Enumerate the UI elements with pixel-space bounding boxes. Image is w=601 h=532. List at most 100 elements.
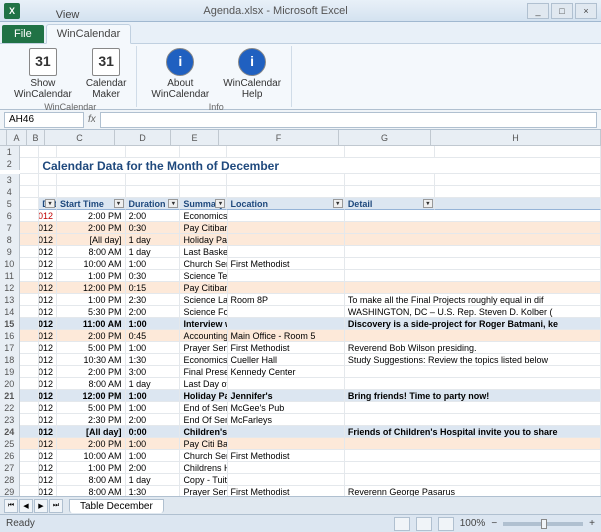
detail-cell[interactable]: WASHINGTON, DC – U.S. Rep. Steven D. Kol… bbox=[345, 306, 601, 318]
row-header[interactable]: 5 bbox=[0, 198, 20, 210]
page-layout-view-button[interactable] bbox=[416, 517, 432, 531]
location-cell[interactable]: First Methodist bbox=[228, 258, 345, 270]
cell[interactable] bbox=[20, 186, 40, 198]
location-cell[interactable]: Jennifer's bbox=[228, 390, 345, 402]
cell[interactable] bbox=[20, 146, 40, 158]
detail-cell[interactable] bbox=[345, 234, 601, 246]
show-wincalendar-button[interactable]: 31 Show WinCalendar bbox=[10, 46, 76, 102]
ribbon-tab-wincalendar[interactable]: WinCalendar bbox=[46, 24, 132, 44]
time-cell[interactable]: 8:00 AM bbox=[57, 246, 126, 258]
location-cell[interactable]: First Methodist bbox=[228, 486, 345, 496]
detail-cell[interactable] bbox=[345, 210, 601, 222]
cell[interactable] bbox=[227, 146, 344, 158]
row-header[interactable]: 20 bbox=[0, 378, 20, 390]
calendar-maker-button[interactable]: 31 Calendar Maker bbox=[82, 46, 131, 102]
summary-cell[interactable]: Children's Hospital Holiday Dinner bbox=[180, 426, 227, 438]
date-cell[interactable]: Dec 13, 2012 bbox=[39, 318, 57, 330]
summary-cell[interactable]: Copy - Tuition Due for Next Semeste bbox=[180, 474, 227, 486]
time-cell[interactable]: 1:00 PM bbox=[57, 270, 126, 282]
summary-cell[interactable]: Final Presentation bbox=[180, 366, 227, 378]
cell[interactable] bbox=[20, 210, 40, 222]
time-cell[interactable]: 11:00 AM bbox=[57, 318, 126, 330]
cell[interactable] bbox=[126, 146, 181, 158]
location-cell[interactable]: First Methodist bbox=[228, 450, 345, 462]
minimize-button[interactable]: _ bbox=[527, 3, 549, 19]
cell[interactable] bbox=[345, 146, 435, 158]
duration-cell[interactable]: 1:00 bbox=[126, 438, 181, 450]
location-cell[interactable]: Kennedy Center bbox=[228, 366, 345, 378]
detail-cell[interactable] bbox=[345, 366, 601, 378]
col-header-A[interactable]: A bbox=[7, 130, 27, 145]
detail-cell[interactable] bbox=[345, 450, 601, 462]
filter-button[interactable]: ▾ bbox=[168, 199, 178, 208]
duration-cell[interactable]: 3:00 bbox=[126, 366, 181, 378]
time-cell[interactable]: 1:00 PM bbox=[57, 294, 126, 306]
row-header[interactable]: 22 bbox=[0, 402, 20, 414]
filter-button[interactable]: ▾ bbox=[215, 199, 225, 208]
summary-cell[interactable]: Science Lab 205 bbox=[180, 294, 227, 306]
date-cell[interactable]: Dec 15, 2012 bbox=[39, 426, 57, 438]
cell[interactable] bbox=[20, 318, 40, 330]
sheet-tab-table-december[interactable]: Table December bbox=[69, 499, 164, 513]
ribbon-tab-view[interactable]: View bbox=[46, 6, 132, 24]
summary-cell[interactable]: Childrens Holiday Party bbox=[180, 462, 227, 474]
date-cell[interactable]: Dec 15, 2012 bbox=[39, 402, 57, 414]
cell[interactable] bbox=[20, 282, 40, 294]
row-header[interactable]: 18 bbox=[0, 354, 20, 366]
duration-cell[interactable]: 2:00 bbox=[126, 462, 181, 474]
date-cell[interactable]: Dec 12, 2012 bbox=[39, 282, 57, 294]
sheet-first-button[interactable]: ⏮ bbox=[4, 499, 18, 513]
date-cell[interactable]: Dec 7, 2012 bbox=[39, 222, 57, 234]
row-header[interactable]: 1 bbox=[0, 146, 20, 158]
duration-cell[interactable]: 1 day bbox=[126, 378, 181, 390]
cell[interactable] bbox=[20, 354, 40, 366]
location-cell[interactable] bbox=[228, 246, 345, 258]
date-cell[interactable]: Dec 19, 2012 bbox=[39, 474, 57, 486]
time-cell[interactable]: 2:00 PM bbox=[57, 438, 126, 450]
duration-cell[interactable]: 1:00 bbox=[126, 342, 181, 354]
location-cell[interactable] bbox=[228, 462, 345, 474]
summary-cell[interactable]: End of Semester Celebration bbox=[180, 402, 227, 414]
cell[interactable] bbox=[126, 186, 181, 198]
time-cell[interactable]: 2:00 PM bbox=[57, 330, 126, 342]
cell[interactable] bbox=[20, 342, 40, 354]
duration-cell[interactable]: 2:30 bbox=[126, 294, 181, 306]
duration-cell[interactable]: 0:30 bbox=[126, 222, 181, 234]
cell[interactable] bbox=[39, 174, 57, 186]
time-cell[interactable]: 5:00 PM bbox=[57, 342, 126, 354]
page-break-view-button[interactable] bbox=[438, 517, 454, 531]
duration-cell[interactable]: 0:00 bbox=[126, 426, 181, 438]
detail-cell[interactable]: Study Suggestions: Review the topics lis… bbox=[345, 354, 601, 366]
time-cell[interactable]: 12:00 PM bbox=[57, 390, 126, 402]
col-header-C[interactable]: C bbox=[45, 130, 115, 145]
duration-cell[interactable]: 2:00 bbox=[126, 306, 181, 318]
cell[interactable] bbox=[20, 270, 40, 282]
location-cell[interactable]: Cueller Hall bbox=[228, 354, 345, 366]
location-cell[interactable]: McFarleys bbox=[228, 414, 345, 426]
row-header[interactable]: 8 bbox=[0, 234, 20, 246]
duration-cell[interactable]: 2:00 bbox=[126, 414, 181, 426]
detail-cell[interactable] bbox=[345, 402, 601, 414]
time-cell[interactable]: 12:00 PM bbox=[57, 282, 126, 294]
summary-cell[interactable]: Pay Citi Bank credit card bbox=[180, 438, 227, 450]
location-cell[interactable] bbox=[228, 282, 345, 294]
row-header[interactable]: 28 bbox=[0, 474, 20, 486]
location-cell[interactable] bbox=[228, 270, 345, 282]
cell[interactable] bbox=[20, 378, 40, 390]
date-cell[interactable]: Dec 15, 2012 bbox=[39, 390, 57, 402]
detail-cell[interactable]: Reverenn George Pasarus bbox=[345, 486, 601, 496]
zoom-in-button[interactable]: + bbox=[589, 518, 595, 529]
formula-input[interactable] bbox=[100, 112, 597, 128]
detail-cell[interactable] bbox=[345, 222, 601, 234]
detail-cell[interactable] bbox=[345, 330, 601, 342]
filter-button[interactable]: ▾ bbox=[423, 199, 433, 208]
duration-cell[interactable]: 1:00 bbox=[126, 258, 181, 270]
cell[interactable] bbox=[435, 186, 601, 198]
date-cell[interactable]: Dec 15, 2012 bbox=[39, 414, 57, 426]
row-header[interactable]: 10 bbox=[0, 258, 20, 270]
row-header[interactable]: 9 bbox=[0, 246, 20, 258]
date-cell[interactable]: Dec 11, 2012 bbox=[39, 258, 57, 270]
date-cell[interactable]: Dec 14, 2012 bbox=[39, 366, 57, 378]
sheet-last-button[interactable]: ⏭ bbox=[49, 499, 63, 513]
row-header[interactable]: 19 bbox=[0, 366, 20, 378]
